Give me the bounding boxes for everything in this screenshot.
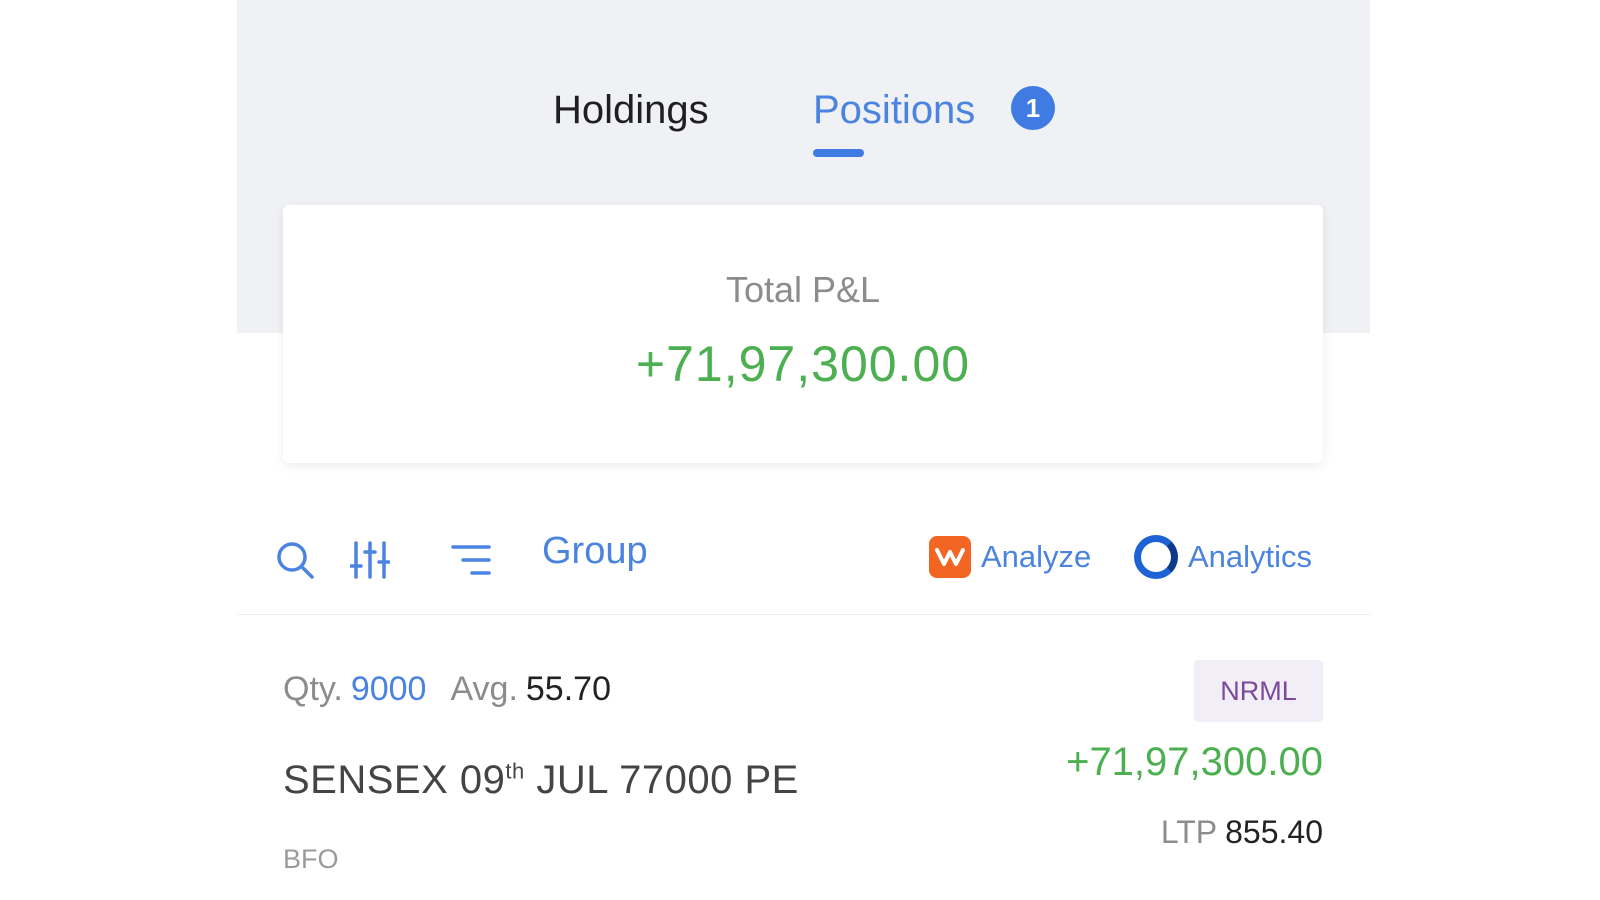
toolbar-divider bbox=[237, 614, 1370, 615]
tab-bar: Holdings Positions 1 bbox=[237, 80, 1370, 160]
position-pnl: +71,97,300.00 bbox=[1066, 740, 1323, 784]
instrument-date-suffix: th bbox=[505, 758, 525, 784]
group-button[interactable]: Group bbox=[542, 530, 648, 573]
product-type-badge: NRML bbox=[1194, 660, 1323, 722]
sort-lines-icon[interactable] bbox=[450, 540, 492, 585]
tab-holdings[interactable]: Holdings bbox=[553, 80, 709, 140]
analyze-label: Analyze bbox=[981, 539, 1092, 574]
qty-label: Qty. bbox=[283, 670, 343, 708]
analytics-button[interactable]: Analytics bbox=[1134, 534, 1312, 580]
analytics-label: Analytics bbox=[1188, 539, 1313, 574]
instrument-name-rest: JUL 77000 PE bbox=[524, 758, 799, 802]
ltp-line: LTP 855.40 bbox=[1161, 814, 1323, 851]
quantity-average-line: Qty. 9000 Avg. 55.70 bbox=[283, 670, 611, 709]
positions-screen: Holdings Positions 1 Total P&L +71,97,30… bbox=[237, 0, 1370, 900]
qty-value: 9000 bbox=[350, 670, 427, 708]
total-pnl-label: Total P&L bbox=[725, 269, 881, 310]
exchange-label: BFO bbox=[283, 844, 339, 874]
active-tab-indicator bbox=[813, 149, 864, 157]
tab-positions[interactable]: Positions bbox=[813, 80, 975, 140]
instrument-name-main: SENSEX 09 bbox=[283, 758, 506, 802]
ltp-label: LTP bbox=[1160, 814, 1218, 850]
sliders-icon[interactable] bbox=[349, 540, 391, 585]
positions-count-badge: 1 bbox=[1011, 86, 1055, 130]
analyze-button[interactable]: Analyze bbox=[929, 534, 1091, 580]
positions-toolbar: Group Analyze Analytics bbox=[237, 525, 1370, 590]
analytics-logo-icon bbox=[1134, 535, 1178, 579]
avg-value: 55.70 bbox=[525, 670, 611, 708]
avg-label: Avg. bbox=[450, 670, 518, 708]
total-pnl-card: Total P&L +71,97,300.00 bbox=[283, 205, 1323, 463]
position-item[interactable]: Qty. 9000 Avg. 55.70 NRML SENSEX 09th JUL 7… bbox=[237, 640, 1370, 900]
search-icon[interactable] bbox=[275, 540, 315, 585]
instrument-name: SENSEX 09th JUL 77000 PE bbox=[283, 758, 799, 803]
total-pnl-value: +71,97,300.00 bbox=[635, 336, 971, 392]
ltp-value: 855.40 bbox=[1225, 814, 1323, 850]
analyze-logo-icon bbox=[929, 536, 971, 578]
